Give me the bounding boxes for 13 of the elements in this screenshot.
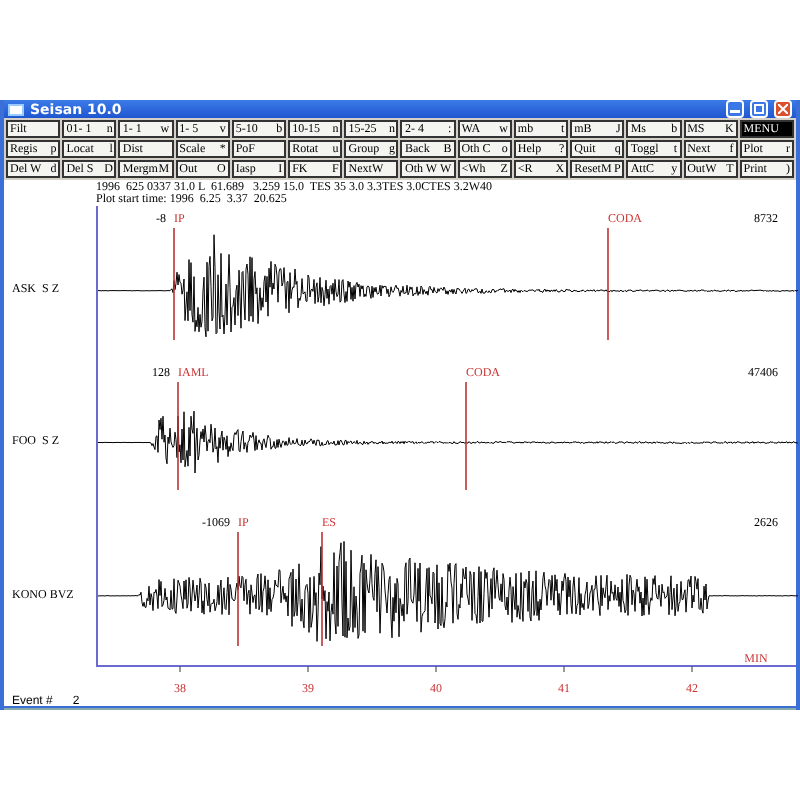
app-icon — [8, 103, 24, 115]
maximize-button[interactable] — [750, 100, 768, 118]
phase-marker — [465, 381, 467, 491]
phase-marker — [237, 531, 239, 647]
phase-marker — [607, 227, 609, 341]
minimize-button[interactable] — [726, 100, 744, 118]
minimize-icon — [730, 104, 740, 114]
close-icon — [778, 104, 788, 114]
maximize-icon — [754, 104, 764, 114]
phase-marker — [177, 381, 179, 491]
phase-marker — [321, 531, 323, 647]
phase-marker — [173, 227, 175, 341]
close-button[interactable] — [774, 100, 792, 118]
